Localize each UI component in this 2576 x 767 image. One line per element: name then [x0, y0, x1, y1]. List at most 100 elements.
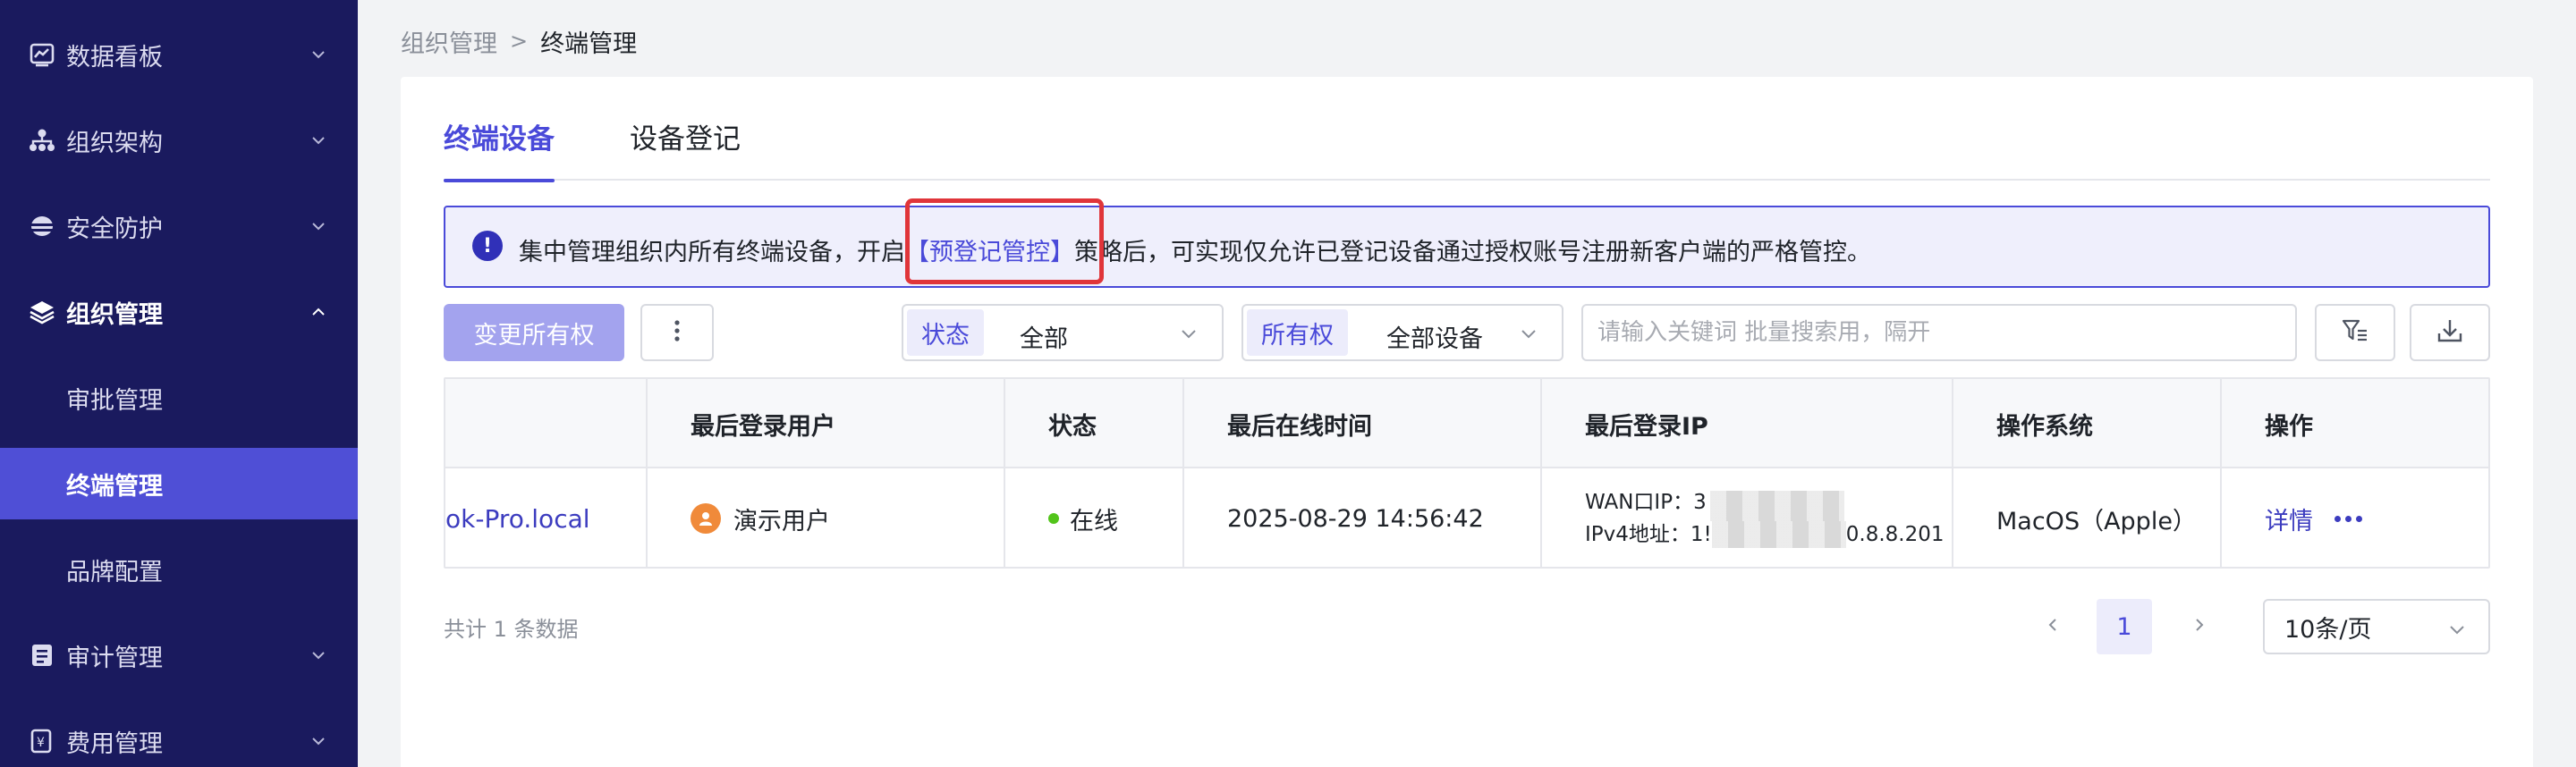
status-text: 在线: [1070, 507, 1118, 535]
breadcrumb-current: 终端管理: [540, 30, 638, 58]
sidebar-item-dashboard[interactable]: 数据看板: [0, 19, 358, 90]
sidebar-item-label: 数据看板: [66, 43, 163, 72]
sidebar-item-org-management[interactable]: 组织管理: [0, 276, 358, 348]
prev-page-button[interactable]: [2030, 599, 2075, 654]
chevron-up-icon: [309, 303, 327, 321]
ownership-filter-value: 全部设备: [1386, 325, 1483, 353]
sidebar-subitem-terminal[interactable]: 终端管理: [0, 448, 358, 519]
sidebar-item-audit[interactable]: 审计管理: [0, 620, 358, 691]
sidebar-item-label: 审计管理: [66, 644, 163, 672]
sidebar-subitem-approval[interactable]: 审批管理: [0, 362, 358, 434]
billing-icon: ¥: [27, 726, 57, 756]
column-header-last-user: 最后登录用户: [648, 379, 1005, 468]
org-tree-icon: [27, 125, 57, 156]
next-page-button[interactable]: [2177, 599, 2222, 654]
online-status-dot: [1048, 513, 1059, 524]
column-header-last-ip: 最后登录IP: [1542, 379, 1953, 468]
sidebar-item-org-structure[interactable]: 组织架构: [0, 105, 358, 176]
alert-text: 集中管理组织内所有终端设备，开启【预登记管控】策略后，可实现仅允许已登记设备通过…: [519, 232, 1871, 267]
chevron-down-icon: [1179, 324, 1199, 343]
vertical-dots-icon: [674, 319, 681, 346]
page-number-1[interactable]: 1: [2097, 599, 2152, 654]
device-table: 最后登录用户 状态 最后在线时间 最后登录IP 操作系统 操作 ok-Pro.l…: [444, 377, 2490, 569]
last-user-name: 演示用户: [733, 507, 830, 535]
last-ip-cell: WAN口IP：3 IPv4地址：1! 0.8.8.201: [1542, 468, 1953, 567]
breadcrumb-parent[interactable]: 组织管理: [401, 24, 497, 59]
os-cell: MacOS（Apple）: [1953, 468, 2222, 567]
table-header: 最后登录用户 状态 最后在线时间 最后登录IP 操作系统 操作: [445, 379, 2488, 468]
sidebar-subitem-label: 终端管理: [66, 472, 163, 501]
audit-icon: [27, 640, 57, 670]
ownership-filter-label: 所有权: [1247, 309, 1348, 356]
sidebar: 数据看板 组织架构 安全防护 组织管理 审批管理 终端管理 品牌配置 审计管理 …: [0, 0, 358, 767]
more-actions-button[interactable]: [640, 304, 714, 361]
ip-info: WAN口IP：3 IPv4地址：1! 0.8.8.201: [1585, 489, 1945, 548]
actions-cell: 详情: [2222, 468, 2488, 567]
chevron-down-icon: [309, 646, 327, 664]
ownership-filter-select[interactable]: 所有权 全部设备: [1241, 304, 1563, 361]
status-filter-value: 全部: [1020, 325, 1068, 353]
status-filter-select[interactable]: 状态 全部: [902, 304, 1224, 361]
sidebar-subitem-label: 审批管理: [66, 386, 163, 415]
column-header-os: 操作系统: [1953, 379, 2222, 468]
breadcrumb: 组织管理 > 终端管理: [401, 24, 638, 59]
alert-text-before: 集中管理组织内所有终端设备，开启: [519, 239, 905, 266]
tab-device-registration[interactable]: 设备登记: [630, 116, 741, 181]
chart-icon: [27, 39, 57, 70]
tab-terminal-devices[interactable]: 终端设备: [444, 116, 555, 182]
pre-registration-link[interactable]: 【预登记管控】: [905, 239, 1074, 266]
ipv4-label: IPv4地址：1!: [1585, 523, 1712, 546]
chevron-down-icon: [309, 46, 327, 63]
svg-text:¥: ¥: [37, 736, 45, 750]
device-name[interactable]: ok-Pro.local: [445, 504, 590, 534]
chevron-down-icon: [2447, 618, 2467, 637]
total-count: 共计 1 条数据: [444, 617, 579, 642]
sidebar-item-label: 费用管理: [66, 729, 163, 758]
wan-ip-label: WAN口IP：3: [1585, 491, 1707, 514]
shield-icon: [27, 211, 57, 241]
main-card: 终端设备 设备登记 ! 集中管理组织内所有终端设备，开启【预登记管控】策略后，可…: [401, 77, 2533, 767]
download-icon: [2436, 316, 2464, 349]
column-header-actions: 操作: [2265, 412, 2313, 441]
sidebar-subitem-brand[interactable]: 品牌配置: [0, 534, 358, 605]
ipv4-suffix: 0.8.8.201: [1845, 523, 1945, 546]
info-alert: ! 集中管理组织内所有终端设备，开启【预登记管控】策略后，可实现仅允许已登记设备…: [444, 206, 2490, 288]
page-size-value: 10条/页: [2284, 615, 2372, 644]
filter-icon: [2341, 316, 2369, 349]
chevron-down-icon: [309, 131, 327, 149]
sidebar-item-label: 组织管理: [66, 300, 163, 329]
redacted-ip: [1711, 521, 1846, 548]
filter-button[interactable]: [2315, 304, 2395, 361]
column-header-last-online: 最后在线时间: [1184, 379, 1542, 468]
row-more-icon[interactable]: [2334, 515, 2362, 522]
chevron-down-icon: [309, 217, 327, 235]
table-row: ok-Pro.local 演示用户 在线 2025-08-29 14:56:42…: [445, 468, 2488, 567]
chevron-down-icon: [309, 732, 327, 750]
breadcrumb-separator: >: [510, 29, 529, 54]
sidebar-item-billing[interactable]: ¥ 费用管理: [0, 705, 358, 767]
redacted-wan-ip: [1710, 491, 1844, 521]
status-cell: 在线: [1005, 468, 1184, 567]
last-user-cell: 演示用户: [648, 468, 1005, 567]
last-online-cell: 2025-08-29 14:56:42: [1184, 468, 1542, 567]
search-input[interactable]: [1581, 304, 2297, 361]
layers-icon: [27, 297, 57, 327]
page-size-select[interactable]: 10条/页: [2263, 599, 2490, 654]
sidebar-subitem-label: 品牌配置: [66, 558, 163, 586]
change-owner-button[interactable]: 变更所有权: [444, 304, 624, 361]
column-header-status: 状态: [1005, 379, 1184, 468]
chevron-right-icon: [2190, 616, 2208, 637]
alert-text-after: 策略后，可实现仅允许已登记设备通过授权账号注册新客户端的严格管控。: [1074, 239, 1871, 266]
device-name-cell[interactable]: ok-Pro.local: [445, 468, 648, 567]
detail-link[interactable]: 详情: [2265, 502, 2313, 536]
sidebar-item-label: 组织架构: [66, 129, 163, 157]
download-button[interactable]: [2410, 304, 2490, 361]
tab-bar: 终端设备 设备登记: [444, 77, 2490, 182]
status-filter-label: 状态: [907, 309, 984, 356]
sidebar-item-security[interactable]: 安全防护: [0, 190, 358, 262]
user-avatar-icon: [691, 503, 721, 534]
chevron-left-icon: [2044, 616, 2062, 637]
sidebar-item-label: 安全防护: [66, 215, 163, 243]
exclamation-icon: !: [472, 231, 503, 261]
column-header-device: [445, 379, 648, 468]
